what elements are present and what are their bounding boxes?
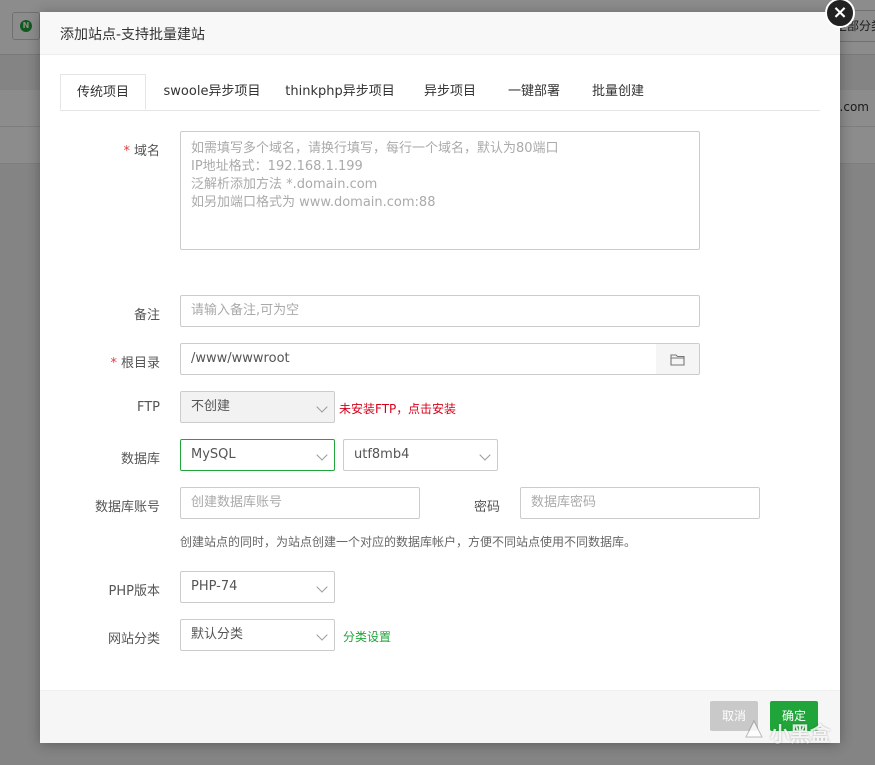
site-category-select[interactable]: 默认分类 — [180, 619, 335, 651]
watermark-text: 小黑盒 — [770, 722, 830, 746]
tab-batch-create[interactable]: 批量创建 — [580, 74, 656, 110]
remark-label: 备注 — [133, 308, 160, 323]
domain-placeholder-line: 如需填写多个域名，请换行填写，每行一个域名，默认为80端口 — [191, 141, 559, 156]
ftp-install-link[interactable]: 点击安装 — [408, 400, 456, 417]
chevron-down-icon — [479, 449, 491, 461]
chevron-down-icon — [316, 629, 328, 641]
chevron-down-icon — [316, 449, 328, 461]
db-account-label: 数据库账号 — [94, 500, 160, 515]
root-dir-value: /www/wwwroot — [191, 351, 290, 366]
site-category-label: 网站分类 — [107, 632, 160, 647]
tab-one-click-deploy[interactable]: 一键部署 — [496, 74, 572, 110]
database-label: 数据库 — [120, 452, 160, 467]
close-icon: × — [832, 2, 848, 23]
browse-folder-button[interactable] — [656, 343, 700, 375]
ftp-select-value: 不创建 — [191, 399, 231, 414]
ftp-select[interactable]: 不创建 — [180, 391, 335, 423]
db-account-input[interactable]: 创建数据库账号 — [180, 487, 420, 519]
domain-placeholder-line: IP地址格式：192.168.1.199 — [191, 159, 363, 174]
domain-textarea[interactable]: 如需填写多个域名，请换行填写，每行一个域名，默认为80端口 IP地址格式：192… — [180, 131, 700, 250]
folder-icon — [670, 354, 685, 366]
remark-input[interactable]: 请输入备注,可为空 — [180, 295, 700, 327]
site-category-value: 默认分类 — [191, 627, 244, 642]
db-password-placeholder: 数据库密码 — [531, 495, 597, 510]
root-dir-label: * 根目录 — [110, 356, 160, 371]
php-version-select[interactable]: PHP-74 — [180, 571, 335, 603]
database-type-value: MySQL — [191, 447, 236, 462]
chevron-down-icon — [316, 401, 328, 413]
watermark-logo-icon — [745, 719, 763, 738]
remark-placeholder: 请输入备注,可为空 — [191, 303, 300, 318]
php-version-label: PHP版本 — [108, 584, 160, 599]
project-type-tabs: 传统项目 swoole异步项目 thinkphp异步项目 异步项目 一键部署 批… — [60, 74, 820, 111]
tab-swoole[interactable]: swoole异步项目 — [154, 74, 270, 110]
tab-traditional[interactable]: 传统项目 — [60, 74, 146, 110]
db-password-input[interactable]: 数据库密码 — [520, 487, 760, 519]
category-settings-link[interactable]: 分类设置 — [343, 628, 391, 645]
ftp-label: FTP — [136, 400, 160, 415]
tab-thinkphp[interactable]: thinkphp异步项目 — [280, 74, 400, 110]
chevron-down-icon — [316, 581, 328, 593]
database-charset-select[interactable]: utf8mb4 — [343, 439, 498, 471]
domain-placeholder-line: 如另加端口格式为 www.domain.com:88 — [191, 195, 436, 210]
ftp-not-installed-warning: 未安装FTP， — [339, 402, 409, 416]
dialog-title: 添加站点-支持批量建站 — [60, 27, 206, 43]
dialog-footer: 取消 确定 — [40, 690, 840, 743]
tab-async[interactable]: 异步项目 — [412, 74, 488, 110]
domain-placeholder-line: 泛解析添加方法 *.domain.com — [191, 177, 378, 192]
db-account-hint: 创建站点的同时，为站点创建一个对应的数据库帐户，方便不同站点使用不同数据库。 — [180, 535, 637, 549]
root-dir-input[interactable]: /www/wwwroot — [180, 343, 657, 375]
database-charset-value: utf8mb4 — [354, 447, 410, 462]
db-account-placeholder: 创建数据库账号 — [191, 495, 283, 510]
add-site-dialog: 添加站点-支持批量建站 传统项目 swoole异步项目 thinkphp异步项目… — [40, 12, 840, 743]
php-version-value: PHP-74 — [191, 579, 238, 594]
db-password-label: 密码 — [473, 500, 500, 515]
database-type-select[interactable]: MySQL — [180, 439, 335, 471]
dialog-header: 添加站点-支持批量建站 — [40, 12, 840, 55]
domain-label: * 域名 — [123, 144, 160, 159]
